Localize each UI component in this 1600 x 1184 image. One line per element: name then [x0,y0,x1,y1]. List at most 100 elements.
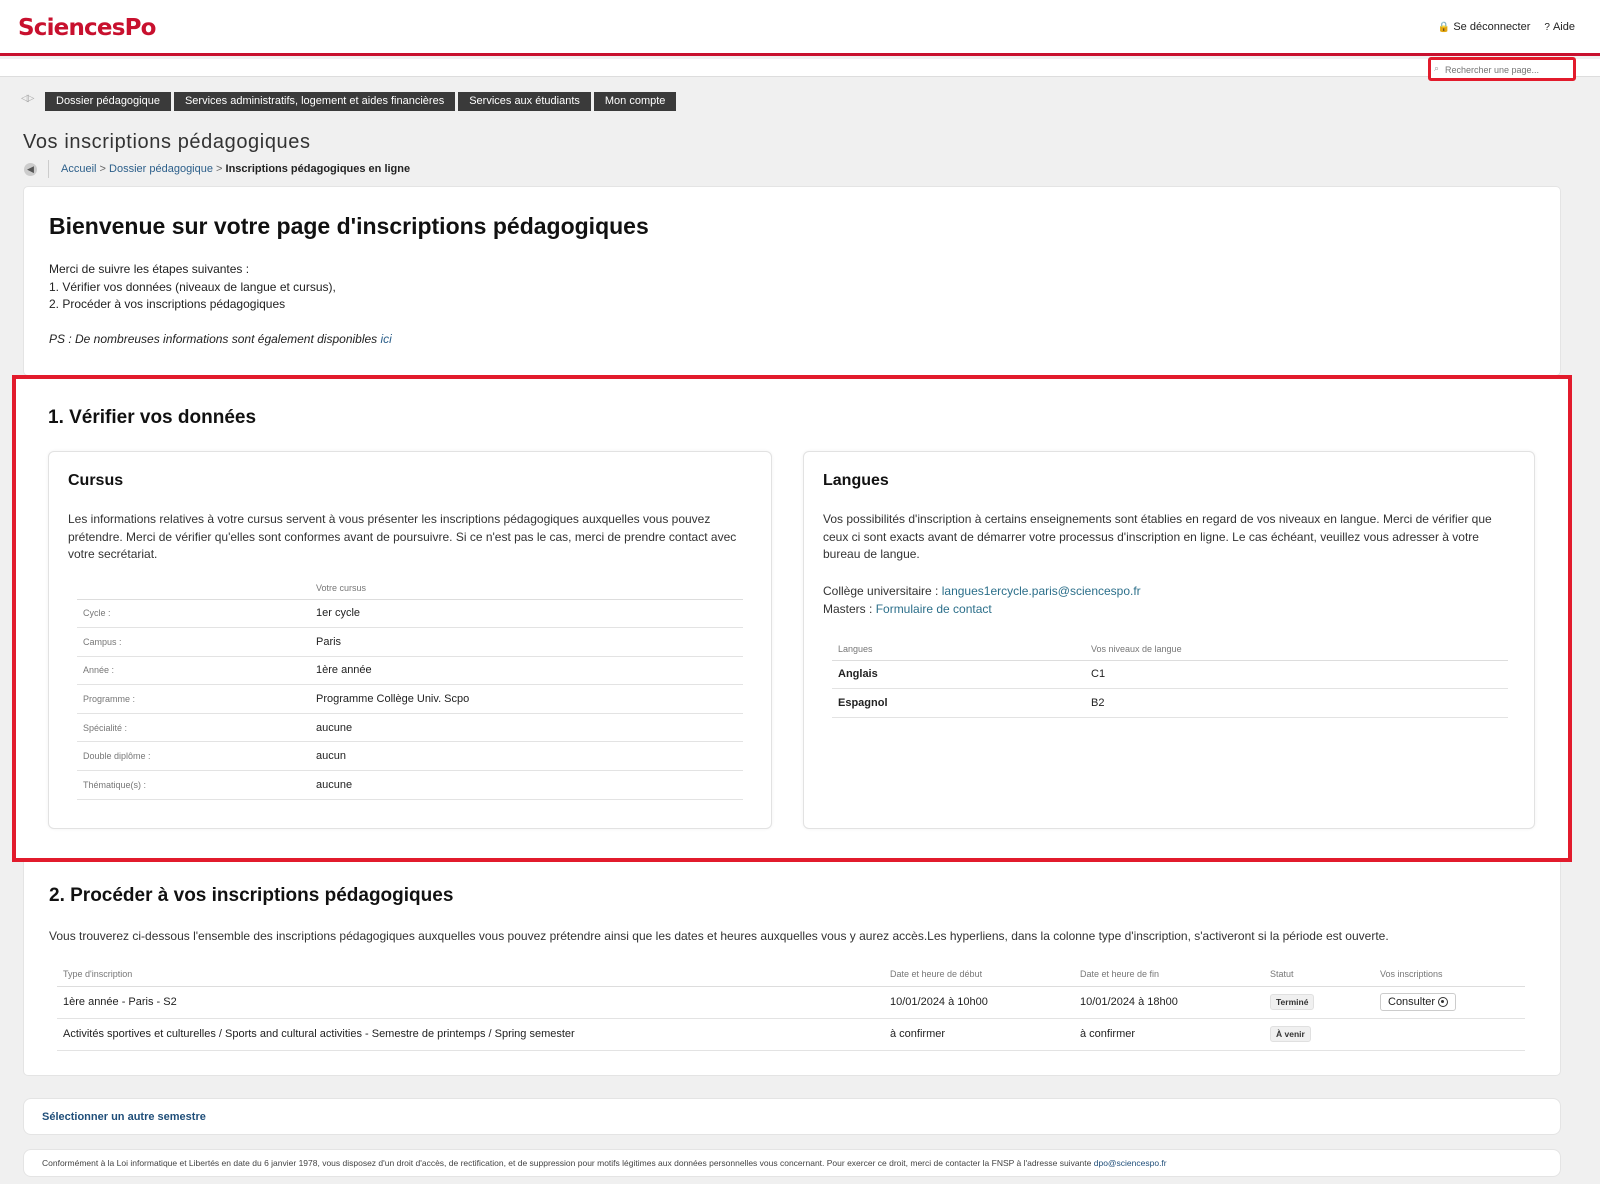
search-icon: ⌕ [1434,63,1440,73]
breadcrumb-parent[interactable]: Dossier pédagogique [109,163,213,175]
breadcrumb-separator: > [99,163,110,175]
breadcrumb-divider [48,160,49,178]
cursus-description: Les informations relatives à votre cursu… [68,512,737,561]
top-links: 🔒 Se déconnecter ? Aide [1438,21,1575,33]
cursus-value: aucun [310,741,743,772]
table-row: Thématique(s) : aucune [77,770,743,800]
step-2-text: 2. Procéder à vos inscriptions pédagogiq… [49,297,286,311]
status-badge: À venir [1270,1026,1311,1042]
cursus-card: Cursus Les informations relatives à votr… [48,451,772,829]
cursus-title: Cursus [68,472,124,489]
college-label: Collège universitaire : [823,584,942,598]
cursus-value: aucune [310,713,743,743]
status-header: Statut [1264,962,1374,987]
main-nav: Dossier pédagogique Services administrat… [45,92,677,111]
cursus-value: Paris [310,627,743,657]
language-level: C1 [1085,660,1508,690]
sciencespo-logo[interactable]: SciencesPo [18,15,156,41]
registration-end: 10/01/2024 à 18h00 [1074,986,1264,1019]
legal-text: Conformément à la Loi informatique et Li… [42,1158,1094,1168]
status-cell: À venir [1264,1018,1374,1051]
table-header-row: Langues Vos niveaux de langue [832,638,1508,661]
semester-card: Sélectionner un autre semestre [23,1098,1561,1135]
top-bar: SciencesPo 🔒 Se déconnecter ? Aide [0,0,1600,56]
ps-note: PS : De nombreuses informations sont éga… [49,332,392,346]
langues-card: Langues Vos possibilités d'inscription à… [803,451,1535,829]
breadcrumb-home[interactable]: Accueil [61,163,96,175]
table-row: Double diplôme : aucun [77,741,743,772]
dpo-email-link[interactable]: dpo@sciencespo.fr [1094,1158,1167,1168]
ps-link[interactable]: ici [381,332,392,346]
cursus-table: Votre cursus Cycle :1er cycle Campus : Pa… [77,577,743,800]
college-email-link[interactable]: langues1ercycle.paris@sciencespo.fr [942,584,1141,598]
cursus-label: Double diplôme : [77,741,310,772]
cursus-value: 1er cycle [310,599,743,629]
consult-label: Consulter [1388,996,1436,1008]
langues-table: Langues Vos niveaux de langue Anglais C1 E… [832,638,1508,718]
table-row: Programme : Programme Collège Univ. Scpo [77,684,743,714]
table-header-row: Votre cursus [77,577,743,600]
registrations-card: 2. Procéder à vos inscriptions pédagogiq… [23,862,1561,1076]
cursus-value: 1ère année [310,656,743,686]
select-semester-link[interactable]: Sélectionner un autre semestre [42,1111,206,1123]
search-input[interactable] [1431,61,1573,79]
registration-start: à confirmer [884,1018,1074,1051]
section-2-title: 2. Procéder à vos inscriptions pédagogiq… [49,885,454,906]
step-1-text: 1. Vérifier vos données (niveaux de lang… [49,279,336,294]
tab-services-etudiants[interactable]: Services aux étudiants [458,92,591,111]
language-name: Anglais [832,660,1085,690]
registration-type: Activités sportives et culturelles / Spo… [57,1018,884,1051]
consult-button[interactable]: Consulter [1380,993,1457,1011]
cursus-value: aucune [310,770,743,800]
language-level: B2 [1085,688,1508,718]
type-header: Type d'inscription [57,962,884,987]
cursus-label: Spécialité : [77,713,310,743]
help-label: Aide [1552,21,1575,33]
masters-contact-link[interactable]: Formulaire de contact [876,602,992,616]
logout-link[interactable]: 🔒 Se déconnecter [1438,21,1531,33]
lock-icon: 🔒 [1437,22,1451,33]
back-arrow-icon[interactable]: ◀ [24,163,37,176]
college-contact: Collège universitaire : langues1ercycle.… [823,583,1141,601]
action-cell: Consulter [1374,986,1525,1019]
tab-dossier-pedagogique[interactable]: Dossier pédagogique [45,92,171,111]
registration-type: 1ère année - Paris - S2 [57,986,884,1019]
cursus-label: Cycle : [77,599,310,629]
breadcrumb-current: Inscriptions pédagogiques en ligne [225,163,411,175]
cursus-label: Campus : [77,627,310,657]
table-row: Campus : Paris [77,627,743,657]
masters-label: Masters : [823,601,876,616]
search-strip [0,59,1600,77]
search-box[interactable]: ⌕ [1428,57,1576,81]
section-1-title: 1. Vérifier vos données [48,407,257,428]
cursus-value: Programme Collège Univ. Scpo [310,684,743,714]
table-row: Activités sportives et culturelles / Spo… [57,1018,1525,1051]
cursus-label: Programme : [77,684,310,714]
masters-contact: Masters : Formulaire de contact [823,601,1141,619]
tab-services-administratifs[interactable]: Services administratifs, logement et aid… [173,92,456,111]
legal-notice: Conformément à la Loi informatique et Li… [42,1158,1167,1168]
tab-mon-compte[interactable]: Mon compte [593,92,677,111]
logout-label: Se déconnecter [1453,21,1531,33]
welcome-heading: Bienvenue sur votre page d'inscriptions … [49,213,649,239]
table-row: Spécialité : aucune [77,713,743,743]
cursus-label: Année : [77,656,310,686]
action-cell [1374,1018,1525,1051]
registrations-table: Type d'inscription Date et heure de débu… [57,962,1525,1051]
table-row: Cycle :1er cycle [77,599,743,629]
breadcrumb: Accueil > Dossier pédagogique > Inscript… [61,163,410,175]
registration-start: 10/01/2024 à 10h00 [884,986,1074,1019]
languages-header: Langues [832,638,1085,661]
langues-description: Vos possibilités d'inscription à certain… [823,512,1492,561]
language-name: Espagnol [832,688,1085,718]
nav-arrows-icon[interactable]: ◁▷ [21,93,34,104]
welcome-card: Bienvenue sur votre page d'inscriptions … [23,186,1561,376]
langues-contacts: Collège universitaire : langues1ercycle.… [823,583,1141,618]
table-row: Année :1ère année [77,656,743,686]
status-cell: Terminé [1264,986,1374,1019]
breadcrumb-separator: > [216,163,226,175]
registration-end: à confirmer [1074,1018,1264,1051]
start-header: Date et heure de début [884,962,1074,987]
help-link[interactable]: ? Aide [1544,21,1575,33]
question-icon: ? [1544,22,1550,33]
